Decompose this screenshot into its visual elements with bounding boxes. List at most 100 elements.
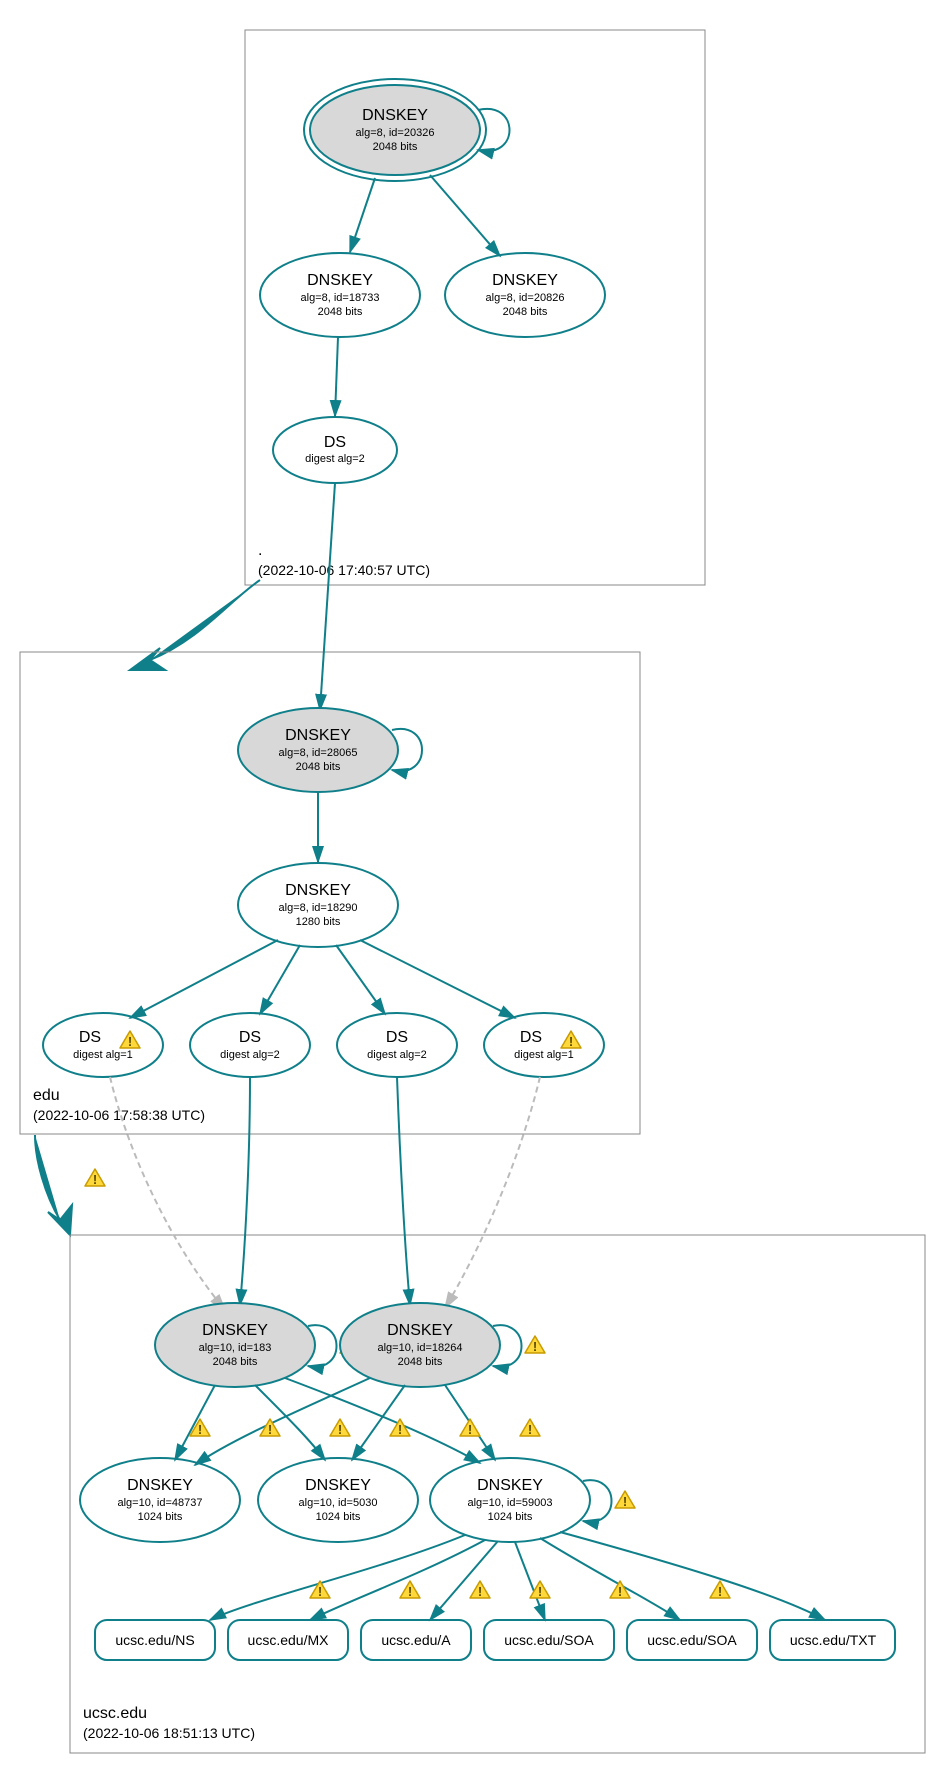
svg-text:1024 bits: 1024 bits bbox=[488, 1511, 533, 1523]
zone-dom: ucsc.edu (2022-10-06 18:51:13 UTC) DNSKE… bbox=[70, 1077, 925, 1753]
warn-icon bbox=[525, 1336, 545, 1354]
edge-ds4-ksk2 bbox=[445, 1077, 540, 1308]
zone-arrow-edu-dom bbox=[35, 1135, 72, 1235]
edge-eduzsk-ds3 bbox=[336, 945, 385, 1014]
node-edu-ds3[interactable]: DS digest alg=2 bbox=[337, 1013, 457, 1077]
edge-ds3-ksk2 bbox=[397, 1077, 410, 1305]
edge-ksk2-zsk1 bbox=[195, 1378, 370, 1465]
svg-text:DNSKEY: DNSKEY bbox=[387, 1322, 453, 1339]
edge-ksk1-zsk2 bbox=[255, 1385, 325, 1460]
node-edu-ksk[interactable]: DNSKEY alg=8, id=28065 2048 bits bbox=[238, 708, 398, 792]
svg-text:DNSKEY: DNSKEY bbox=[477, 1477, 543, 1494]
zone-dom-timestamp: (2022-10-06 18:51:13 UTC) bbox=[83, 1725, 255, 1741]
node-dom-zsk1[interactable]: DNSKEY alg=10, id=48737 1024 bits bbox=[80, 1458, 240, 1542]
svg-text:2048 bits: 2048 bits bbox=[503, 306, 548, 318]
svg-text:2048 bits: 2048 bits bbox=[398, 1356, 443, 1368]
svg-text:alg=8, id=18290: alg=8, id=18290 bbox=[279, 902, 358, 914]
svg-text:DNSKEY: DNSKEY bbox=[202, 1322, 268, 1339]
warn-icon bbox=[520, 1419, 540, 1437]
svg-text:alg=10, id=59003: alg=10, id=59003 bbox=[467, 1497, 552, 1509]
rr-ns[interactable]: ucsc.edu/NS bbox=[95, 1620, 215, 1660]
rr-txt[interactable]: ucsc.edu/TXT bbox=[770, 1620, 895, 1660]
svg-text:ucsc.edu/SOA: ucsc.edu/SOA bbox=[647, 1632, 737, 1648]
svg-text:alg=10, id=48737: alg=10, id=48737 bbox=[117, 1497, 202, 1509]
svg-text:ucsc.edu/TXT: ucsc.edu/TXT bbox=[790, 1632, 877, 1648]
svg-text:2048 bits: 2048 bits bbox=[373, 141, 418, 153]
svg-text:DNSKEY: DNSKEY bbox=[285, 727, 351, 744]
svg-text:1280 bits: 1280 bits bbox=[296, 916, 341, 928]
svg-text:alg=8, id=28065: alg=8, id=28065 bbox=[279, 747, 358, 759]
warn-icon bbox=[470, 1581, 490, 1599]
node-dom-zsk2[interactable]: DNSKEY alg=10, id=5030 1024 bits bbox=[258, 1458, 418, 1542]
svg-text:alg=10, id=183: alg=10, id=183 bbox=[199, 1342, 272, 1354]
svg-text:digest alg=2: digest alg=2 bbox=[367, 1049, 427, 1061]
svg-text:alg=8, id=20826: alg=8, id=20826 bbox=[486, 292, 565, 304]
svg-text:1024 bits: 1024 bits bbox=[138, 1511, 183, 1523]
node-dom-zsk3[interactable]: DNSKEY alg=10, id=59003 1024 bits bbox=[430, 1458, 590, 1542]
svg-text:DS: DS bbox=[520, 1029, 542, 1046]
svg-text:DNSKEY: DNSKEY bbox=[127, 1477, 193, 1494]
rr-soa1[interactable]: ucsc.edu/SOA bbox=[484, 1620, 614, 1660]
edge-zsk3-a bbox=[430, 1541, 498, 1620]
node-root-ksk[interactable]: DNSKEY alg=8, id=20326 2048 bits bbox=[304, 79, 486, 181]
node-edu-ds2[interactable]: DS digest alg=2 bbox=[190, 1013, 310, 1077]
svg-text:digest alg=1: digest alg=1 bbox=[514, 1049, 574, 1061]
svg-text:DNSKEY: DNSKEY bbox=[285, 882, 351, 899]
edge-rootksk-zsk1 bbox=[350, 178, 375, 252]
svg-text:DNSKEY: DNSKEY bbox=[307, 272, 373, 289]
svg-text:2048 bits: 2048 bits bbox=[318, 306, 363, 318]
svg-text:alg=10, id=5030: alg=10, id=5030 bbox=[299, 1497, 378, 1509]
warn-icon bbox=[310, 1581, 330, 1599]
svg-text:ucsc.edu/SOA: ucsc.edu/SOA bbox=[504, 1632, 594, 1648]
zone-arrow-root-edu bbox=[130, 580, 260, 670]
node-root-zsk2[interactable]: DNSKEY alg=8, id=20826 2048 bits bbox=[445, 253, 605, 337]
node-dom-ksk2[interactable]: DNSKEY alg=10, id=18264 2048 bits bbox=[340, 1303, 500, 1387]
rr-soa2[interactable]: ucsc.edu/SOA bbox=[627, 1620, 757, 1660]
svg-text:DS: DS bbox=[386, 1029, 408, 1046]
svg-text:ucsc.edu/MX: ucsc.edu/MX bbox=[248, 1632, 330, 1648]
svg-text:ucsc.edu/A: ucsc.edu/A bbox=[381, 1632, 451, 1648]
node-root-ds[interactable]: DS digest alg=2 bbox=[273, 417, 397, 483]
svg-text:DS: DS bbox=[79, 1029, 101, 1046]
svg-text:digest alg=2: digest alg=2 bbox=[220, 1049, 280, 1061]
edge-eduzsk-ds2 bbox=[260, 945, 300, 1014]
edge-eduzsk-ds4 bbox=[360, 940, 515, 1018]
warn-icon bbox=[460, 1419, 480, 1437]
warn-icon bbox=[330, 1419, 350, 1437]
warn-icon bbox=[610, 1581, 630, 1599]
svg-text:2048 bits: 2048 bits bbox=[213, 1356, 258, 1368]
edge-ds2-ksk1 bbox=[240, 1077, 250, 1305]
svg-text:DS: DS bbox=[239, 1029, 261, 1046]
zone-root-timestamp: (2022-10-06 17:40:57 UTC) bbox=[258, 562, 430, 578]
node-root-zsk1[interactable]: DNSKEY alg=8, id=18733 2048 bits bbox=[260, 253, 420, 337]
svg-text:digest alg=1: digest alg=1 bbox=[73, 1049, 133, 1061]
svg-text:DNSKEY: DNSKEY bbox=[492, 272, 558, 289]
warn-icon bbox=[85, 1169, 105, 1187]
svg-text:1024 bits: 1024 bits bbox=[316, 1511, 361, 1523]
node-edu-ds4[interactable]: DS digest alg=1 bbox=[484, 1013, 604, 1077]
node-dom-ksk1[interactable]: DNSKEY alg=10, id=183 2048 bits bbox=[155, 1303, 315, 1387]
zone-dom-label: ucsc.edu bbox=[83, 1705, 147, 1722]
node-edu-ds1[interactable]: DS digest alg=1 bbox=[43, 1013, 163, 1077]
svg-text:DNSKEY: DNSKEY bbox=[362, 107, 428, 124]
warn-icon bbox=[400, 1581, 420, 1599]
edge-rootksk-zsk2 bbox=[430, 175, 500, 256]
rr-mx[interactable]: ucsc.edu/MX bbox=[228, 1620, 348, 1660]
zone-root: . (2022-10-06 17:40:57 UTC) DNSKEY alg=8… bbox=[245, 30, 705, 585]
edge-ksk1-zsk1 bbox=[175, 1385, 215, 1460]
rr-a[interactable]: ucsc.edu/A bbox=[361, 1620, 471, 1660]
zone-edu-label: edu bbox=[33, 1087, 60, 1104]
edge-rootds-eduksk bbox=[320, 483, 335, 710]
zone-root-label: . bbox=[258, 542, 262, 559]
svg-text:digest alg=2: digest alg=2 bbox=[305, 453, 365, 465]
svg-text:DS: DS bbox=[324, 434, 346, 451]
edge-zsk1-ds bbox=[335, 337, 338, 416]
svg-text:ucsc.edu/NS: ucsc.edu/NS bbox=[115, 1632, 194, 1648]
svg-text:alg=8, id=18733: alg=8, id=18733 bbox=[301, 292, 380, 304]
edge-eduzsk-ds1 bbox=[130, 940, 278, 1018]
node-edu-zsk[interactable]: DNSKEY alg=8, id=18290 1280 bits bbox=[238, 863, 398, 947]
svg-text:alg=10, id=18264: alg=10, id=18264 bbox=[377, 1342, 462, 1354]
warn-icon bbox=[615, 1491, 635, 1509]
svg-text:DNSKEY: DNSKEY bbox=[305, 1477, 371, 1494]
edge-zsk3-mx bbox=[310, 1540, 485, 1620]
